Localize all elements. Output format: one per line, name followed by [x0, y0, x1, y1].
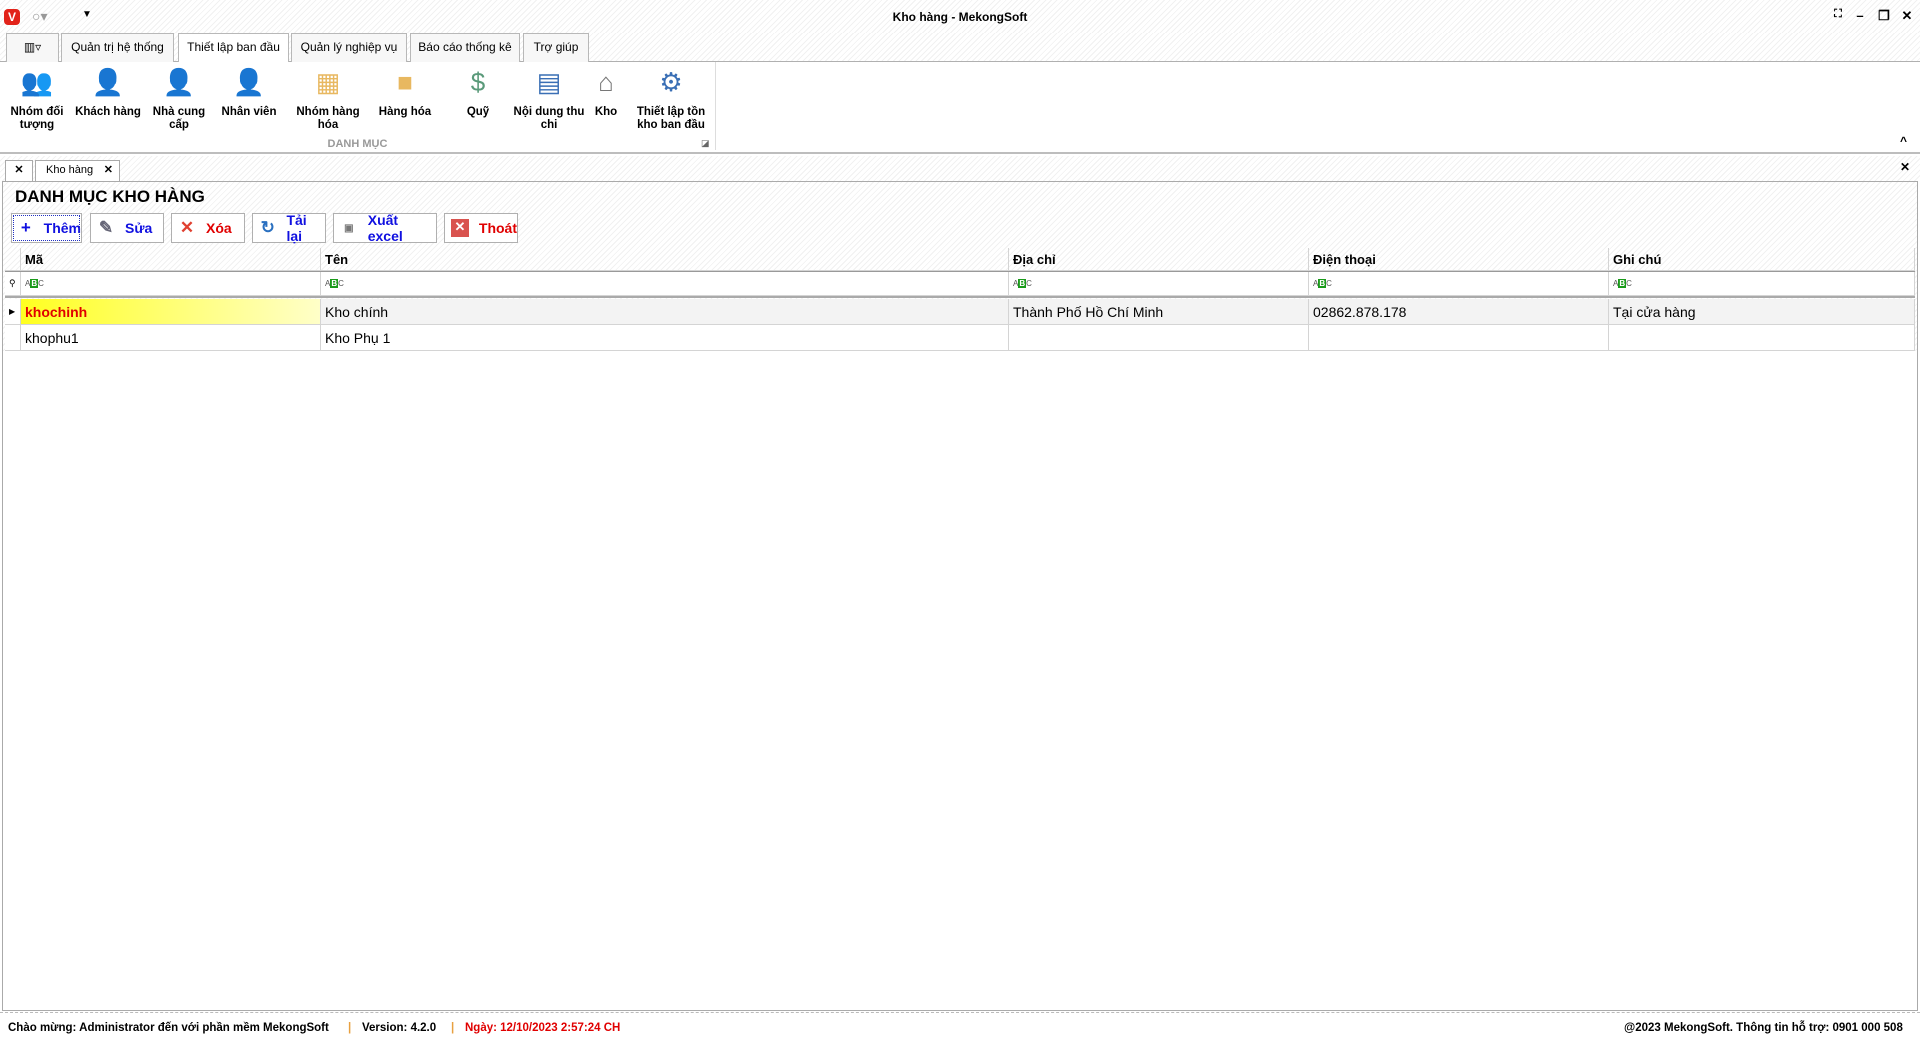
hang-hoa-button[interactable]: ■ Hàng hóa — [368, 66, 442, 119]
app-menu-button[interactable]: ▥▿ — [6, 33, 59, 62]
filter-row: ⚲ ABC ABC ABC ABC ABC — [5, 271, 1915, 298]
plus-icon: + — [20, 218, 31, 237]
excel-icon: ▣ — [344, 222, 354, 234]
employee-icon: 👤 — [232, 67, 266, 97]
group-divider — [715, 62, 716, 150]
tab-quan-tri-he-thong[interactable]: Quản trị hệ thống — [61, 33, 174, 62]
delete-button[interactable]: ✕ Xóa — [171, 213, 245, 243]
khach-hang-button[interactable]: 👤 Khách hàng — [71, 66, 145, 119]
tab-bao-cao-thong-ke[interactable]: Báo cáo thống kê — [410, 33, 520, 62]
row-indicator-icon: ▶ — [5, 299, 21, 325]
tab-thiet-lap-ban-dau[interactable]: Thiết lập ban đầu — [178, 33, 289, 63]
edit-button[interactable]: ✎ Sửa — [90, 213, 164, 243]
user-group-icon: 👥 — [20, 67, 54, 97]
column-header-dia-chi[interactable]: Địa chỉ — [1009, 248, 1309, 271]
tab-kho-hang[interactable]: Kho hàng ✕ — [35, 160, 120, 181]
status-version: Version: 4.2.0 — [362, 1022, 437, 1034]
group-launcher-icon[interactable]: ◪ — [701, 138, 710, 149]
status-copyright: @2023 MekongSoft. Thông tin hỗ trợ: 0901… — [1624, 1022, 1903, 1034]
thiet-lap-ton-kho-button[interactable]: ⚙ Thiết lập tồn kho ban đầu — [630, 66, 712, 132]
filter-ghi-chu[interactable]: ABC — [1609, 272, 1915, 296]
nha-cung-cap-button[interactable]: 👤 Nhà cung cấp — [142, 66, 216, 132]
title-bar: V ○▾ ▼ Kho hàng - MekongSoft ⛶ – ❐ ✕ — [0, 0, 1920, 33]
column-header-ma[interactable]: Mã — [21, 248, 321, 271]
filter-dien-thoai[interactable]: ABC — [1309, 272, 1609, 296]
delete-icon: ✕ — [179, 218, 195, 237]
status-date: Ngày: 12/10/2023 2:57:24 CH — [465, 1022, 621, 1034]
filter-ten[interactable]: ABC — [321, 272, 1009, 296]
collapse-ribbon-icon[interactable]: ^ — [1900, 134, 1907, 148]
grid-header: Mã Tên Địa chỉ Điện thoại Ghi chú — [5, 248, 1915, 271]
nhom-doi-tuong-button[interactable]: 👥 Nhóm đối tượng — [0, 66, 74, 132]
column-header-ghi-chu[interactable]: Ghi chú — [1609, 248, 1915, 271]
close-icon[interactable]: ✕ — [1897, 8, 1917, 24]
exit-icon: ✕ — [451, 219, 469, 237]
box-icon: ■ — [397, 67, 413, 97]
minimize-icon[interactable]: – — [1850, 8, 1870, 23]
column-header-dien-thoai[interactable]: Điện thoại — [1309, 248, 1609, 271]
supplier-icon: 👤 — [162, 67, 196, 97]
ribbon-tabs: ▥▿ Quản trị hệ thống Thiết lập ban đầu Q… — [0, 33, 1920, 63]
nhom-hang-hoa-button[interactable]: ▦ Nhóm hàng hóa — [291, 66, 365, 132]
edit-icon: ✎ — [98, 218, 114, 237]
ribbon: 👥 Nhóm đối tượng 👤 Khách hàng 👤 Nhà cung cấ… — [0, 62, 1920, 154]
tab-tro-giup[interactable]: Trợ giúp — [523, 33, 589, 62]
reload-button[interactable]: ↻ Tải lại — [252, 212, 326, 244]
status-bar: Chào mừng: Administrator đến với phần mề… — [0, 1012, 1920, 1038]
gears-icon: ⚙ — [659, 67, 683, 97]
status-welcome: Chào mừng: Administrator đến với phần mề… — [8, 1022, 329, 1034]
exit-button[interactable]: ✕ Thoát — [444, 213, 518, 243]
box-group-icon: ▦ — [315, 67, 341, 97]
fullscreen-icon[interactable]: ⛶ — [1828, 8, 1848, 21]
text-filter-icon: ABC — [325, 279, 344, 288]
customer-icon: 👤 — [91, 67, 125, 97]
text-filter-icon: ABC — [25, 279, 44, 288]
filter-pin-icon: ⚲ — [5, 272, 21, 296]
quy-button[interactable]: $ Quỹ — [441, 66, 515, 119]
table-row[interactable]: khophu1 Kho Phụ 1 — [5, 325, 1915, 351]
nhan-vien-button[interactable]: 👤 Nhân viên — [212, 66, 286, 119]
close-all-tabs-icon[interactable]: ✕ — [5, 160, 33, 181]
text-filter-icon: ABC — [1613, 279, 1632, 288]
refresh-icon: ↻ — [260, 218, 275, 237]
table-row[interactable]: ▶ khochinh Kho chính Thành Phố Hồ Chí Mi… — [5, 299, 1915, 325]
window-title: Kho hàng - MekongSoft — [892, 10, 1028, 24]
money-icon: $ — [470, 67, 486, 97]
tab-quan-ly-nghiep-vu[interactable]: Quản lý nghiệp vụ — [291, 33, 407, 62]
text-filter-icon: ABC — [1013, 279, 1032, 288]
group-label: DANH MỤC — [327, 138, 388, 150]
close-tab-icon[interactable]: ✕ — [104, 161, 113, 180]
close-document-icon[interactable]: ✕ — [1900, 160, 1910, 174]
document-tabs: ✕ Kho hàng ✕ ✕ — [0, 156, 1920, 181]
column-header-ten[interactable]: Tên — [321, 248, 1009, 271]
add-button[interactable]: + Thêm — [11, 213, 82, 243]
restore-icon[interactable]: ❐ — [1874, 8, 1894, 24]
filter-ma[interactable]: ABC — [21, 272, 321, 296]
warehouse-panel: DANH MỤC KHO HÀNG + Thêm ✎ Sửa ✕ Xóa ↻ Tải l… — [2, 181, 1918, 1011]
text-filter-icon: ABC — [1313, 279, 1332, 288]
filter-dia-chi[interactable]: ABC — [1009, 272, 1309, 296]
grid-empty-area — [3, 351, 1917, 1010]
export-excel-button[interactable]: ▣ Xuất excel — [333, 212, 437, 244]
page-title: DANH MỤC KHO HÀNG — [15, 187, 205, 206]
